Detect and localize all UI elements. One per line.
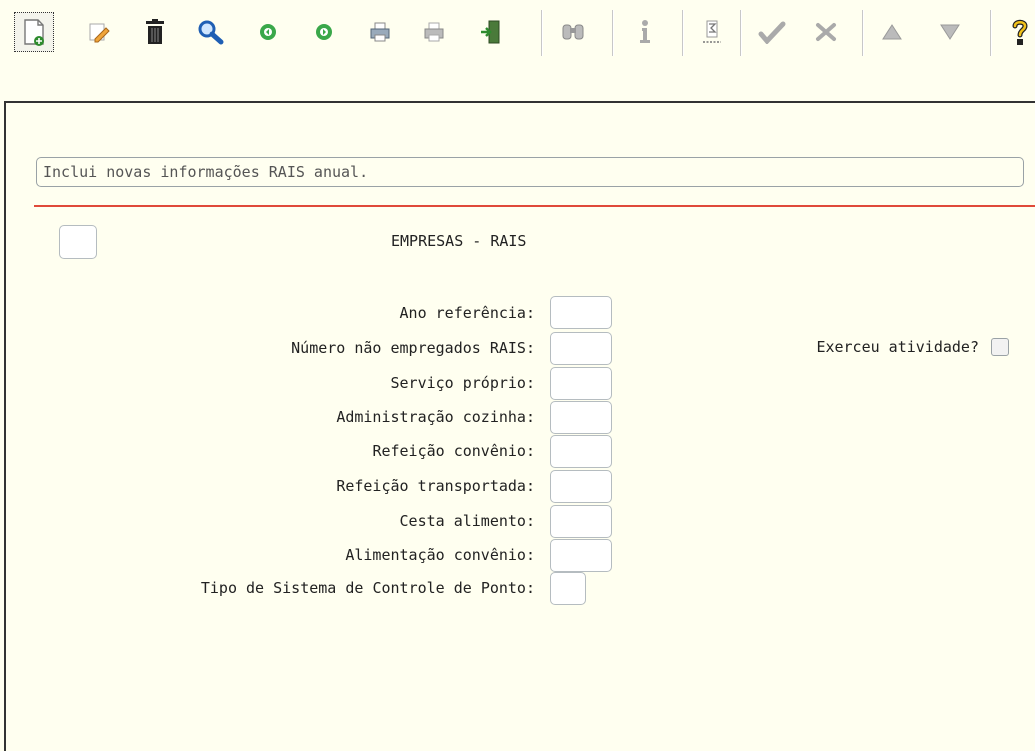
label-administracao-cozinha: Administração cozinha:: [336, 408, 535, 426]
next-button[interactable]: [304, 12, 344, 52]
tipo-sistema-controle-ponto-input[interactable]: [550, 572, 586, 605]
delete-button[interactable]: [135, 12, 175, 52]
exit-icon: [481, 20, 500, 44]
refeicao-convenio-input[interactable]: [550, 435, 612, 468]
sum-button[interactable]: [692, 12, 732, 52]
info-icon: [640, 20, 650, 43]
administracao-cozinha-input[interactable]: [550, 401, 612, 434]
delete-icon: [146, 19, 164, 44]
new-icon: [24, 19, 44, 46]
label-exerceu-atividade: Exerceu atividade?: [816, 338, 979, 356]
first-icon: [882, 24, 902, 40]
cesta-alimento-input[interactable]: [550, 505, 612, 538]
label-alimentacao-convenio: Alimentação convênio:: [345, 546, 535, 564]
label-refeicao-convenio: Refeição convênio:: [372, 442, 535, 460]
header-checkbox[interactable]: [59, 225, 97, 259]
info-button[interactable]: [625, 12, 665, 52]
first-button[interactable]: [872, 12, 912, 52]
previous-icon: [260, 24, 276, 40]
new-button[interactable]: [14, 12, 54, 52]
toolbar: [0, 0, 1035, 76]
help-button[interactable]: [1000, 12, 1035, 52]
print-icon: [370, 22, 390, 42]
ano-referencia-input[interactable]: [550, 296, 612, 329]
cancel-icon: [816, 23, 836, 41]
label-tipo-sistema-controle-ponto: Tipo de Sistema de Controle de Ponto:: [200, 579, 535, 597]
next-icon: [316, 24, 332, 40]
confirm-icon: [758, 21, 786, 44]
edit-button[interactable]: [79, 12, 119, 52]
find-icon: [562, 24, 584, 40]
label-servico-proprio: Serviço próprio:: [390, 374, 536, 392]
print-button[interactable]: [360, 12, 400, 52]
alimentacao-convenio-input[interactable]: [550, 539, 612, 572]
previous-button[interactable]: [248, 12, 288, 52]
sum-icon: [703, 20, 721, 43]
exerceu-atividade-checkbox[interactable]: [991, 338, 1009, 356]
exit-button[interactable]: [470, 12, 510, 52]
refeicao-transportada-input[interactable]: [550, 470, 612, 503]
label-cesta-alimento: Cesta alimento:: [399, 512, 535, 530]
search-button[interactable]: [190, 12, 230, 52]
form-title: EMPRESAS - RAIS: [391, 232, 527, 250]
confirm-button[interactable]: [752, 12, 792, 52]
find-button[interactable]: [553, 12, 593, 52]
servico-proprio-input[interactable]: [550, 367, 612, 400]
label-refeicao-transportada: Refeição transportada:: [336, 477, 535, 495]
last-button[interactable]: [930, 12, 970, 52]
print-preview-icon: [424, 22, 444, 42]
status-message-field: Inclui novas informações RAIS anual.: [36, 157, 1024, 187]
help-icon: [1012, 19, 1028, 45]
label-numero-nao-empregados: Número não empregados RAIS:: [291, 339, 535, 357]
search-icon: [198, 20, 224, 45]
numero-nao-empregados-input[interactable]: [550, 332, 612, 365]
print-preview-button[interactable]: [414, 12, 454, 52]
cancel-button[interactable]: [806, 12, 846, 52]
edit-icon: [89, 23, 110, 43]
label-ano-referencia: Ano referência:: [399, 304, 535, 322]
last-icon: [940, 24, 960, 40]
divider: [34, 205, 1035, 207]
form-panel: Inclui novas informações RAIS anual. EMP…: [4, 101, 1035, 751]
